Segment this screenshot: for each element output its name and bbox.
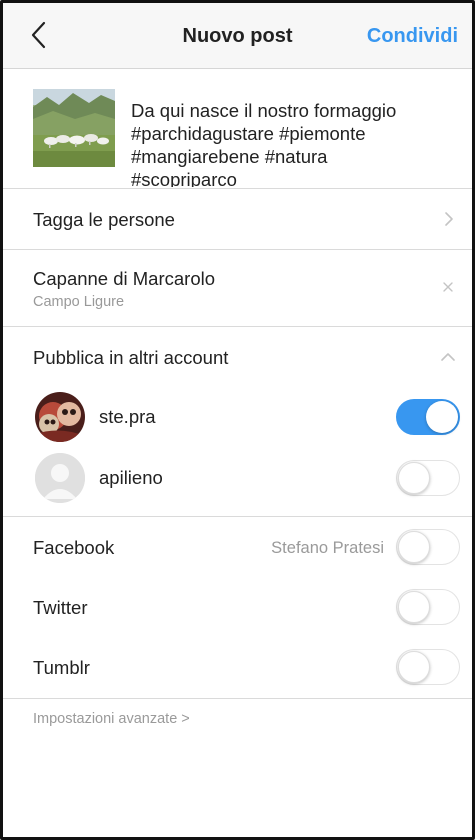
toggle-knob xyxy=(398,462,430,494)
share-row-tumblr: Tumblr xyxy=(3,637,472,697)
tumblr-toggle[interactable] xyxy=(396,649,460,685)
close-icon[interactable] xyxy=(442,281,454,293)
tag-people-row[interactable]: Tagga le persone xyxy=(3,189,472,250)
tag-people-label: Tagga le persone xyxy=(33,209,175,230)
service-label: Tumblr xyxy=(33,657,90,678)
toggle-knob xyxy=(398,651,430,683)
share-button[interactable]: Condividi xyxy=(367,25,458,48)
twitter-toggle[interactable] xyxy=(396,589,460,625)
account-name: apilieno xyxy=(99,467,163,488)
chevron-up-icon[interactable] xyxy=(440,352,456,362)
other-accounts-label: Pubblica in altri account xyxy=(33,347,229,368)
divider xyxy=(3,698,472,699)
avatar xyxy=(35,392,85,442)
default-avatar-icon xyxy=(35,453,85,503)
account-row: apilieno xyxy=(3,448,472,508)
account-name: ste.pra xyxy=(99,406,156,427)
service-label: Twitter xyxy=(33,597,88,618)
facebook-toggle[interactable] xyxy=(396,529,460,565)
toggle-knob xyxy=(398,531,430,563)
nav-bar: Nuovo post Condividi xyxy=(3,3,472,69)
advanced-settings-link[interactable]: Impostazioni avanzate > xyxy=(33,711,190,727)
avatar xyxy=(35,453,85,503)
account-toggle-ste-pra[interactable] xyxy=(396,399,460,435)
location-name: Capanne di Marcarolo xyxy=(33,268,216,289)
post-thumbnail[interactable] xyxy=(33,89,115,167)
chevron-right-icon xyxy=(445,212,453,226)
share-row-facebook: Facebook Stefano Pratesi xyxy=(3,517,472,577)
share-row-twitter: Twitter xyxy=(3,577,472,637)
location-row[interactable]: Capanne di Marcarolo Campo Ligure xyxy=(3,250,472,327)
account-row: ste.pra xyxy=(3,387,472,447)
landscape-photo-icon xyxy=(33,89,115,167)
new-post-screen: Nuovo post Condividi Da qui nasce il nos… xyxy=(0,0,475,840)
location-subtitle: Campo Ligure xyxy=(33,294,125,310)
caption-text[interactable]: Da qui nasce il nostro formaggio #parchi… xyxy=(131,99,466,187)
post-caption-section: Da qui nasce il nostro formaggio #parchi… xyxy=(3,69,472,189)
toggle-knob xyxy=(426,401,458,433)
facebook-user: Stefano Pratesi xyxy=(271,539,384,557)
account-toggle-apilieno[interactable] xyxy=(396,460,460,496)
toggle-knob xyxy=(398,591,430,623)
service-label: Facebook xyxy=(33,537,115,558)
